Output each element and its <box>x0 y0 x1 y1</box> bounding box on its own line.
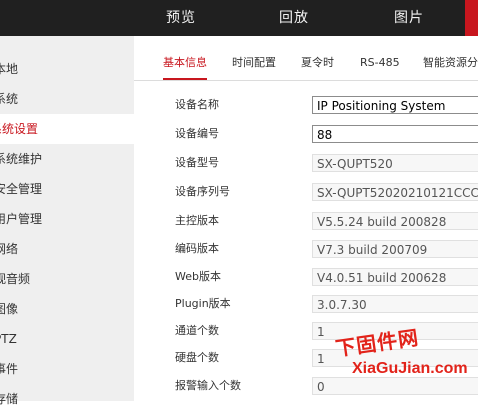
web-version-field: V4.0.51 build 200628 <box>312 268 478 286</box>
alarm-input-count-field: 0 <box>312 377 478 395</box>
sidebar-item-ptz[interactable]: PTZ <box>0 324 134 354</box>
firmware-version-label: 主控版本 <box>175 214 219 227</box>
sidebar-item-system-maintenance[interactable]: 系统维护 <box>0 144 134 174</box>
nav-pictures[interactable]: 图片 <box>394 0 424 36</box>
settings-tabs: 基本信息 时间配置 夏令时 RS-485 智能资源分 <box>134 50 478 81</box>
sidebar-item-system-settings[interactable]: 系统设置 <box>0 114 134 144</box>
sidebar-item-storage[interactable]: 存储 <box>0 384 134 414</box>
accent-strip <box>465 0 478 36</box>
encoder-version-field: V7.3 build 200709 <box>312 240 478 258</box>
alarm-input-count-label: 报警输入个数 <box>175 379 241 392</box>
sidebar-item-local[interactable]: 本地 <box>0 54 134 84</box>
plugin-version-field: 3.0.7.30 <box>312 295 478 313</box>
tab-rs485[interactable]: RS-485 <box>360 50 400 78</box>
sidebar-item-event[interactable]: 事件 <box>0 354 134 384</box>
watermark-url: XiaGuJian.com <box>352 360 468 377</box>
device-model-field: SX-QUPT520 <box>312 154 478 172</box>
sidebar-item-system[interactable]: 系统 <box>0 84 134 114</box>
disk-count-label: 硬盘个数 <box>175 351 219 364</box>
sidebar-item-image[interactable]: 图像 <box>0 294 134 324</box>
device-number-label: 设备编号 <box>175 127 219 140</box>
sidebar: 本地 系统 系统设置 系统维护 安全管理 用户管理 网络 视音频 图像 PTZ … <box>0 36 134 406</box>
sidebar-item-network[interactable]: 网络 <box>0 234 134 264</box>
plugin-version-label: Plugin版本 <box>175 297 231 310</box>
device-name-label: 设备名称 <box>175 98 219 111</box>
sidebar-item-security[interactable]: 安全管理 <box>0 174 134 204</box>
sidebar-item-user-management[interactable]: 用户管理 <box>0 204 134 234</box>
tab-time-config[interactable]: 时间配置 <box>232 50 276 78</box>
tab-basic-info[interactable]: 基本信息 <box>163 50 207 80</box>
sidebar-item-video-audio[interactable]: 视音频 <box>0 264 134 294</box>
device-model-label: 设备型号 <box>175 156 219 169</box>
nav-playback[interactable]: 回放 <box>279 0 309 36</box>
tab-smart-resource[interactable]: 智能资源分 <box>423 50 478 78</box>
channel-count-label: 通道个数 <box>175 324 219 337</box>
serial-number-field: SX-QUPT52020210121CCCH <box>312 183 478 201</box>
firmware-version-field: V5.5.24 build 200828 <box>312 212 478 230</box>
web-version-label: Web版本 <box>175 270 221 283</box>
device-name-field[interactable]: IP Positioning System <box>312 96 478 114</box>
nav-preview[interactable]: 预览 <box>166 0 196 36</box>
tab-dst[interactable]: 夏令时 <box>301 50 334 78</box>
top-navigation-bar: 预览 回放 图片 <box>0 0 478 36</box>
settings-content: 基本信息 时间配置 夏令时 RS-485 智能资源分 设备名称 IP Posit… <box>134 36 478 401</box>
serial-number-label: 设备序列号 <box>175 185 230 198</box>
encoder-version-label: 编码版本 <box>175 242 219 255</box>
device-number-field[interactable]: 88 <box>312 125 478 143</box>
